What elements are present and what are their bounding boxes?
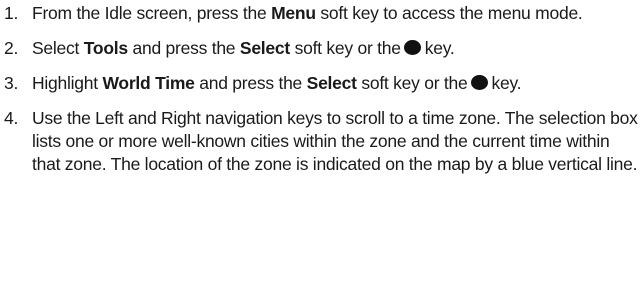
step-text-run: Select — [32, 38, 84, 58]
step-text-run: and press the — [194, 73, 307, 93]
step-text-run: key. — [491, 73, 522, 93]
step-text-run: key. — [424, 38, 455, 58]
instruction-steps-list: 1. From the Idle screen, press the Menu … — [4, 2, 640, 176]
select-softkey-label: Select — [239, 38, 290, 58]
step-text-run: soft key to access the menu mode. — [315, 3, 583, 23]
step-text-run: Highlight — [32, 73, 103, 93]
center-key-icon — [470, 75, 488, 90]
step-text: Use the Left and Right navigation keys t… — [32, 108, 638, 174]
step-text-run: Use the Left and Right navigation keys t… — [32, 108, 638, 174]
step-text-run: From the Idle screen, press the — [32, 3, 272, 23]
select-softkey-label: Select — [306, 73, 357, 93]
world-time-label: World Time — [102, 73, 195, 93]
step-text: From the Idle screen, press the Menu sof… — [32, 3, 583, 23]
menu-softkey-label: Menu — [271, 3, 316, 23]
step-number: 4. — [4, 108, 19, 128]
step-item: 2. Select Tools and press the Select sof… — [4, 37, 640, 60]
step-text: Highlight World Time and press the Selec… — [32, 73, 522, 93]
step-item: 4. Use the Left and Right navigation key… — [4, 107, 640, 176]
step-item: 3. Highlight World Time and press the Se… — [4, 72, 640, 95]
center-key-icon — [403, 40, 421, 55]
step-text-run: soft key or the — [356, 73, 468, 93]
tools-menu-label: Tools — [83, 38, 128, 58]
step-number: 2. — [4, 38, 19, 58]
step-text-run: soft key or the — [289, 38, 401, 58]
step-item: 1. From the Idle screen, press the Menu … — [4, 2, 640, 25]
step-text: Select Tools and press the Select soft k… — [32, 38, 455, 58]
step-number: 3. — [4, 73, 19, 93]
step-text-run: and press the — [127, 38, 240, 58]
step-number: 1. — [4, 3, 19, 23]
